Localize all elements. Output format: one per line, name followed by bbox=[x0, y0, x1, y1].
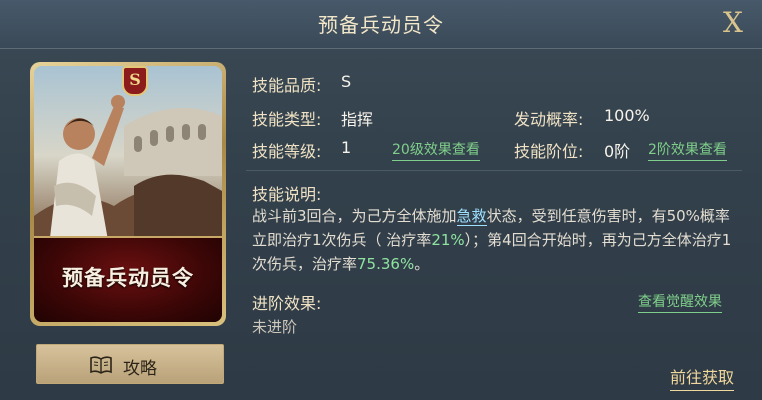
skill-quality-label: 技能品质: bbox=[252, 76, 322, 95]
advance-effect-label: 进阶效果: bbox=[252, 294, 322, 313]
skill-card-name: 预备兵动员令 bbox=[62, 266, 194, 290]
page-title: 预备兵动员令 bbox=[318, 13, 444, 37]
skill-description-text: 战斗前3回合，为己方全体施加急救状态，受到任意伤害时，有50%概率立即治疗1次伤… bbox=[252, 204, 732, 276]
trigger-probability-value: 100% bbox=[604, 106, 650, 125]
skill-type-value: 指挥 bbox=[341, 110, 374, 129]
skill-description-label: 技能说明: bbox=[252, 185, 322, 204]
guide-button[interactable]: 攻略 bbox=[36, 344, 224, 384]
skill-tier-value: 0阶 bbox=[604, 142, 631, 161]
description-segment: 战斗前3回合，为己方全体施加 bbox=[252, 207, 457, 225]
level20-effect-link[interactable]: 20级效果查看 bbox=[392, 139, 480, 161]
tier2-effect-link[interactable]: 2阶效果查看 bbox=[648, 139, 727, 161]
header-bar: 预备兵动员令 X bbox=[0, 0, 762, 49]
grade-badge: S bbox=[122, 66, 148, 96]
trigger-probability-label: 发动概率: bbox=[514, 110, 584, 129]
skill-level-label: 技能等级: bbox=[252, 142, 322, 161]
heal-rate-1: 21% bbox=[431, 231, 465, 249]
skill-quality-value: S bbox=[341, 72, 352, 91]
skill-type-label: 技能类型: bbox=[252, 110, 322, 129]
skill-tier-label: 技能阶位: bbox=[514, 142, 584, 161]
awakening-effect-link[interactable]: 查看觉醒效果 bbox=[638, 291, 722, 313]
skill-card-art-frame: S ☨ 预备兵动员令 bbox=[34, 66, 222, 322]
heal-rate-2: 75.36% bbox=[357, 255, 415, 273]
skill-detail-panel: 预备兵动员令 X S 预备兵动员令 攻略 技能品质: S 技能类型: 指挥 发动… bbox=[0, 0, 762, 400]
section-divider bbox=[246, 170, 742, 171]
skill-card: S ☨ 预备兵动员令 bbox=[30, 62, 226, 326]
go-obtain-button[interactable]: 前往获取 bbox=[670, 364, 735, 391]
first-aid-keyword[interactable]: 急救 bbox=[456, 207, 487, 226]
book-icon bbox=[90, 356, 112, 374]
close-button[interactable]: X bbox=[716, 6, 750, 40]
advance-effect-value: 未进阶 bbox=[252, 318, 298, 336]
guide-button-label: 攻略 bbox=[123, 359, 157, 379]
description-segment: 。 bbox=[414, 255, 430, 273]
skill-card-name-band: 预备兵动员令 bbox=[34, 236, 222, 322]
skill-level-value: 1 bbox=[341, 138, 352, 157]
